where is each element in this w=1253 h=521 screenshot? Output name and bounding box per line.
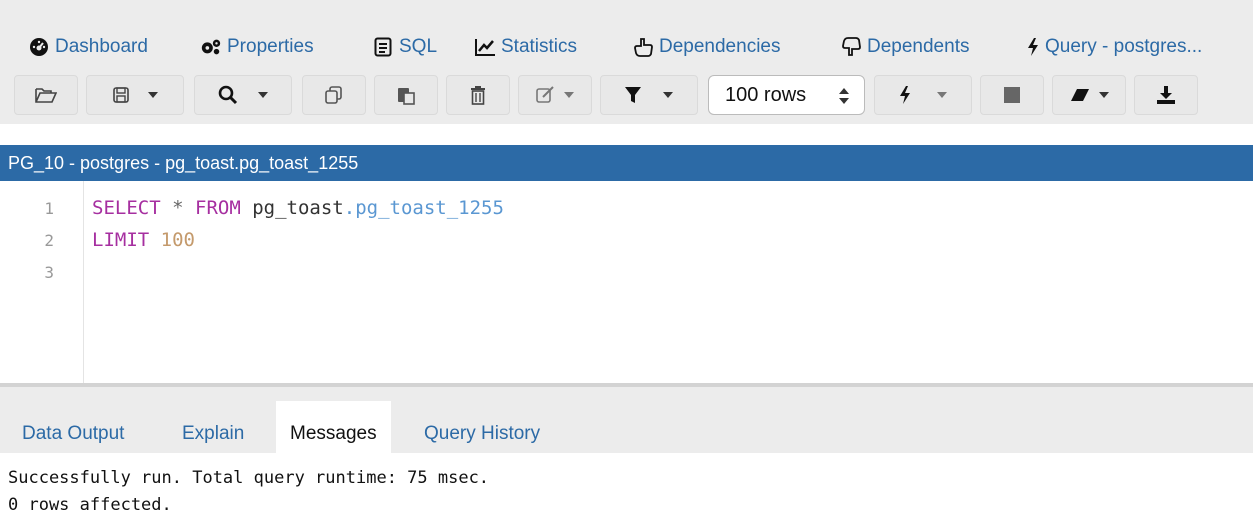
trash-icon xyxy=(471,86,485,105)
rows-limit-value: 100 rows xyxy=(725,83,807,106)
hand-down-icon xyxy=(840,36,862,58)
tab-messages[interactable]: Messages xyxy=(276,401,391,453)
sql-keyword: SELECT xyxy=(92,197,161,219)
rows-limit-select[interactable]: 100 rows xyxy=(708,75,865,115)
sql-editor[interactable]: 1 2 3 SELECT * FROM pg_toast.pg_toast_12… xyxy=(0,181,1253,383)
filter-icon xyxy=(625,87,641,103)
tab-query-history[interactable]: Query History xyxy=(424,423,540,445)
execute-dropdown-caret-icon[interactable] xyxy=(937,92,947,98)
stop-button[interactable] xyxy=(980,75,1044,115)
tab-properties-label: Properties xyxy=(227,36,314,57)
tab-sql[interactable]: SQL xyxy=(372,34,437,60)
paste-button[interactable] xyxy=(374,75,438,115)
query-panel-title: PG_10 - postgres - pg_toast.pg_toast_125… xyxy=(8,152,359,173)
tab-statistics-label: Statistics xyxy=(501,36,578,57)
sql-keyword: FROM xyxy=(195,197,241,219)
tab-sql-label: SQL xyxy=(399,36,438,57)
clear-button[interactable] xyxy=(1052,75,1126,115)
sql-dot: . xyxy=(343,197,356,219)
line-number: 2 xyxy=(44,231,54,250)
eraser-icon xyxy=(1071,89,1089,101)
gears-icon xyxy=(200,36,222,58)
save-dropdown-caret-icon[interactable] xyxy=(148,92,158,98)
stop-icon xyxy=(1004,87,1020,103)
result-tab-bar: Data Output Explain Messages Query Histo… xyxy=(0,387,1253,453)
query-toolbar: 100 rows xyxy=(0,66,1253,124)
code-line-2: LIMIT 100 xyxy=(92,229,195,251)
clear-dropdown-caret-icon[interactable] xyxy=(1099,92,1109,98)
sql-number: 100 xyxy=(160,229,195,251)
open-file-button[interactable] xyxy=(14,75,78,115)
bolt-icon xyxy=(1026,36,1040,58)
copy-button[interactable] xyxy=(302,75,366,115)
line-number: 3 xyxy=(44,263,54,282)
line-number-gutter: 1 2 3 xyxy=(0,181,84,383)
tab-dashboard[interactable]: Dashboard xyxy=(28,34,148,60)
message-line: 0 rows affected. xyxy=(8,495,172,515)
line-number: 1 xyxy=(44,199,54,218)
tab-explain[interactable]: Explain xyxy=(182,423,244,445)
hand-up-icon xyxy=(632,36,654,58)
tab-statistics[interactable]: Statistics xyxy=(474,34,577,60)
search-icon xyxy=(218,85,238,105)
tab-dependencies-label: Dependencies xyxy=(659,36,781,57)
find-button[interactable] xyxy=(194,75,292,115)
tab-dashboard-label: Dashboard xyxy=(55,36,148,57)
tab-properties[interactable]: Properties xyxy=(200,34,314,60)
tab-query[interactable]: Query - postgres... xyxy=(1026,34,1202,60)
find-dropdown-caret-icon[interactable] xyxy=(258,92,268,98)
edit-button[interactable] xyxy=(518,75,592,115)
bolt-icon xyxy=(900,86,910,104)
tab-dependencies[interactable]: Dependencies xyxy=(632,34,780,60)
filter-button[interactable] xyxy=(600,75,698,115)
line-chart-icon xyxy=(474,36,496,58)
download-icon xyxy=(1157,86,1175,104)
code-line-1: SELECT * FROM pg_toast.pg_toast_1255 xyxy=(92,197,504,219)
execute-button[interactable] xyxy=(874,75,972,115)
edit-dropdown-caret-icon[interactable] xyxy=(564,92,574,98)
tab-dependents-label: Dependents xyxy=(867,36,970,57)
messages-output: Successfully run. Total query runtime: 7… xyxy=(8,468,489,521)
tab-query-label: Query - postgres... xyxy=(1045,36,1203,57)
copy-icon xyxy=(325,86,342,104)
sql-schema: pg_toast xyxy=(252,197,344,219)
folder-open-icon xyxy=(35,88,57,103)
save-icon xyxy=(113,87,129,103)
sql-star: * xyxy=(172,197,184,219)
file-text-icon xyxy=(372,36,394,58)
sql-keyword: LIMIT xyxy=(92,229,150,251)
query-panel-header: PG_10 - postgres - pg_toast.pg_toast_125… xyxy=(0,145,1253,181)
message-line: Successfully run. Total query runtime: 7… xyxy=(8,468,490,488)
filter-dropdown-caret-icon[interactable] xyxy=(663,92,673,98)
tab-dependents[interactable]: Dependents xyxy=(840,34,969,60)
save-button[interactable] xyxy=(86,75,184,115)
tab-data-output[interactable]: Data Output xyxy=(22,423,124,445)
updown-arrows-icon xyxy=(839,88,849,104)
dashboard-icon xyxy=(28,36,50,58)
download-button[interactable] xyxy=(1134,75,1198,115)
edit-icon xyxy=(536,86,554,103)
paste-icon xyxy=(398,88,415,105)
delete-button[interactable] xyxy=(446,75,510,115)
sql-table: pg_toast_1255 xyxy=(355,197,504,219)
